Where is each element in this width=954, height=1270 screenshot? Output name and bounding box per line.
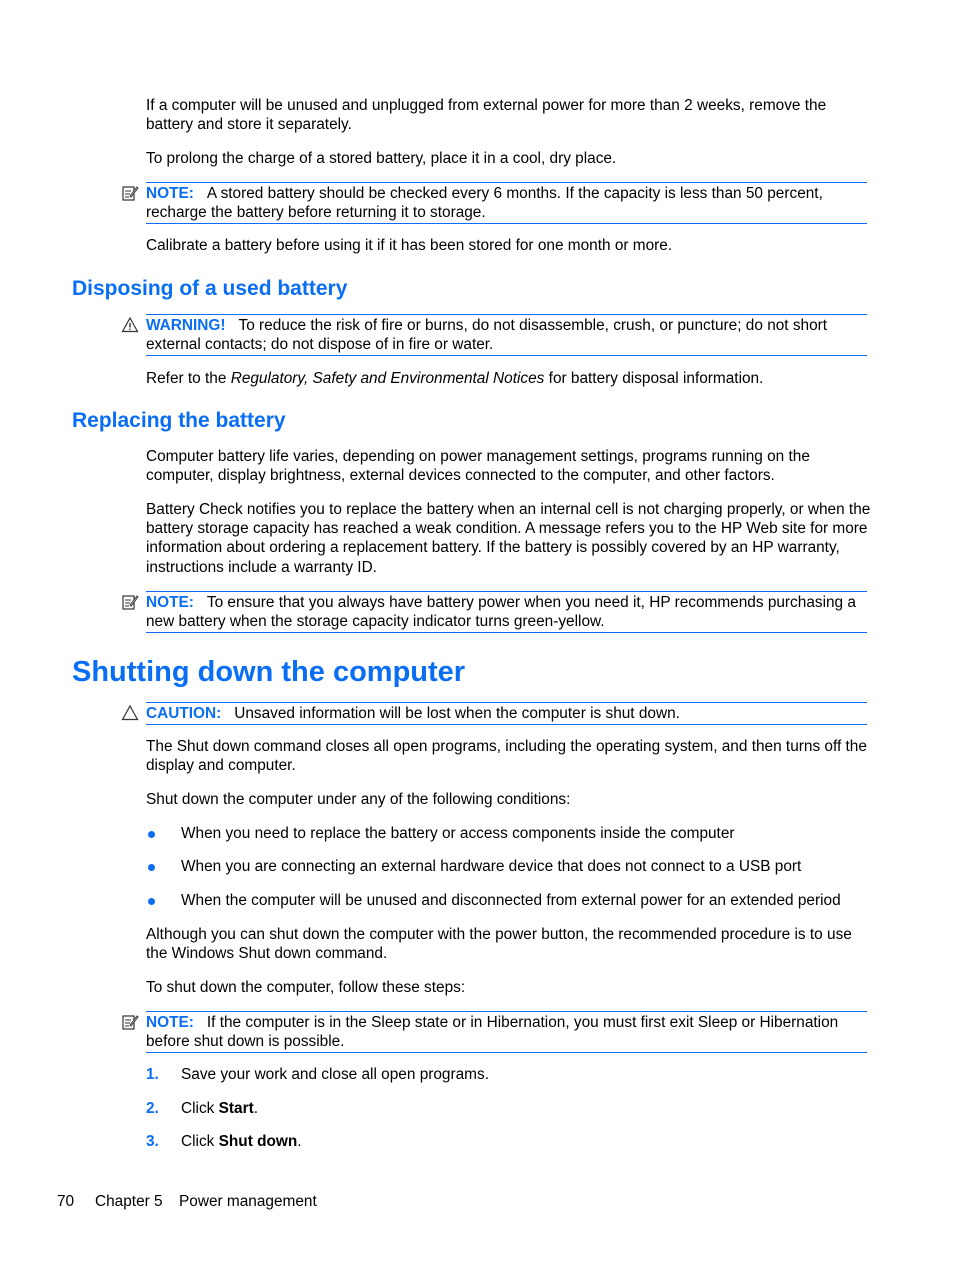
footer-chapter: Chapter 5 (95, 1193, 163, 1210)
page-number: 70 (57, 1193, 75, 1210)
note-pencil-icon (122, 1015, 139, 1030)
note-text: If the computer is in the Sleep state or… (146, 1014, 839, 1051)
caution-callout-unsaved: CAUTION: Unsaved information will be lost… (146, 702, 867, 726)
paragraph-battery-life: Computer battery life varies, depending … (146, 448, 810, 485)
heading-disposing: Disposing of a used battery (72, 277, 348, 300)
paragraph-calibrate: Calibrate a battery before using it if i… (146, 237, 673, 254)
note-label: NOTE: (146, 1014, 194, 1031)
bullet-icon (148, 864, 155, 871)
step-number: 2. (146, 1100, 159, 1117)
text-span: Save your work and close all open progra… (181, 1066, 489, 1083)
text-span: Click (181, 1133, 219, 1150)
ui-term: Start (218, 1100, 254, 1117)
paragraph-unplugged: If a computer will be unused and unplugg… (146, 97, 827, 134)
list-item-text: When you need to replace the battery or … (181, 825, 735, 842)
paragraph-conditions: Shut down the computer under any of the … (146, 791, 571, 808)
regulatory-notices-title: Regulatory, Safety and Environmental Not… (230, 370, 545, 387)
bullet-icon (148, 831, 155, 838)
heading-shutting-down: Shutting down the computer (72, 656, 466, 688)
note-pencil-icon (122, 186, 139, 201)
text-span: for battery disposal information. (544, 370, 764, 387)
step-number: 3. (146, 1133, 159, 1150)
warning-text: To reduce the risk of fire or burns, do … (146, 317, 828, 354)
paragraph-regulatory: Refer to the Regulatory, Safety and Envi… (146, 369, 871, 388)
note-callout-replacement: NOTE: To ensure that you always have batt… (146, 591, 867, 634)
text-span: . (253, 1100, 258, 1117)
note-pencil-icon (122, 595, 139, 610)
list-item-text: When the computer will be unused and dis… (181, 892, 841, 909)
caution-label: CAUTION: (146, 705, 222, 722)
note-callout-sleep: NOTE: If the computer is in the Sleep sta… (146, 1011, 867, 1054)
heading-replacing: Replacing the battery (72, 409, 286, 432)
paragraph-power-button: Although you can shut down the computer … (146, 926, 852, 963)
document-page: If a computer will be unused and unplugg… (0, 0, 954, 1270)
text-span: Click (181, 1100, 219, 1117)
caution-triangle-icon (121, 704, 139, 721)
caution-text: Unsaved information will be lost when th… (234, 705, 680, 722)
footer-chapter-title: Power management (179, 1193, 317, 1210)
list-item-text: When you are connecting an external hard… (181, 858, 802, 875)
bullet-icon (148, 898, 155, 905)
step-number: 1. (146, 1066, 159, 1083)
paragraph-battery-check: Battery Check notifies you to replace th… (146, 501, 871, 576)
warning-triangle-icon (121, 316, 139, 333)
note-text: A stored battery should be checked every… (146, 185, 823, 222)
paragraph-shut-down-command: The Shut down command closes all open pr… (146, 738, 867, 775)
note-callout-storage: NOTE: A stored battery should be checked … (146, 182, 867, 225)
text-span: . (297, 1133, 302, 1150)
paragraph-follow-steps: To shut down the computer, follow these … (146, 979, 466, 996)
note-text: To ensure that you always have battery p… (146, 594, 856, 631)
warning-callout-disposal: WARNING! To reduce the risk of fire or bu… (146, 314, 867, 357)
note-label: NOTE: (146, 594, 194, 611)
step-text: Save your work and close all open progra… (181, 1065, 489, 1084)
step-text: Click Start. (181, 1099, 258, 1118)
warning-label: WARNING! (146, 317, 226, 334)
step-text: Click Shut down. (181, 1132, 302, 1151)
note-label: NOTE: (146, 185, 194, 202)
ui-term: Shut down (218, 1133, 298, 1150)
paragraph-cool-dry: To prolong the charge of a stored batter… (146, 150, 617, 167)
text-span: Refer to the (146, 370, 231, 387)
